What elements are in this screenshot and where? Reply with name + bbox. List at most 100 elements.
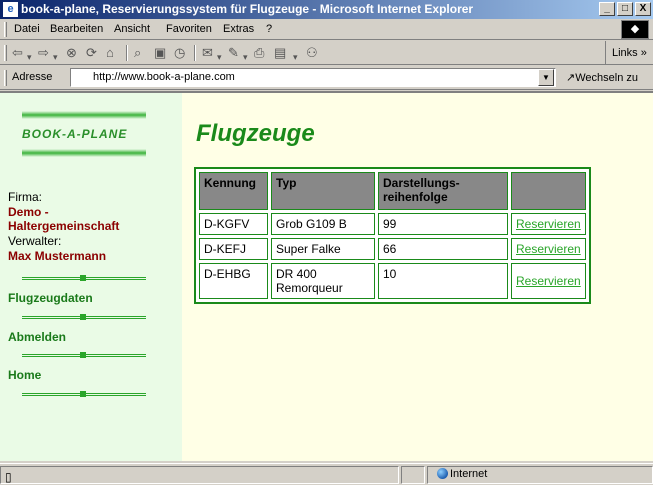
column-header-reihenfolge: Darstellungs-reihenfolge: [378, 172, 508, 210]
messenger-icon[interactable]: ⚇: [306, 45, 318, 61]
sidebar-link-home[interactable]: Home: [8, 368, 41, 382]
stop-icon[interactable]: ⊗: [66, 45, 77, 61]
cell-typ: Grob G109 B: [271, 213, 375, 235]
sidebar-divider: [22, 275, 146, 281]
favorites-icon[interactable]: ▣: [154, 45, 166, 61]
page-title: Flugzeuge: [196, 120, 315, 147]
sidebar-link-flugzeugdaten[interactable]: Flugzeugdaten: [8, 291, 93, 305]
back-icon[interactable]: ⇦: [12, 45, 23, 61]
table-header-row: Kennung Typ Darstellungs-reihenfolge: [199, 172, 586, 210]
menu-bearbeiten[interactable]: Bearbeiten: [50, 23, 103, 35]
sidebar-divider: [22, 314, 146, 320]
firma-value-line1: Demo -: [8, 205, 49, 219]
cell-kennung: D-KGFV: [199, 213, 268, 235]
go-button[interactable]: ↗Wechseln zu: [566, 71, 638, 84]
forward-icon[interactable]: ⇨: [38, 45, 49, 61]
address-input[interactable]: http://www.book-a-plane.com: [70, 68, 556, 87]
cell-reihenfolge: 10: [378, 263, 508, 299]
title-bar: e book-a-plane, Reservierungssystem für …: [0, 0, 653, 19]
cell-action: Reservieren: [511, 238, 586, 260]
toolbar-grip[interactable]: [4, 70, 7, 86]
refresh-icon[interactable]: ⟳: [86, 45, 97, 61]
menu-ansicht[interactable]: Ansicht: [114, 23, 150, 35]
status-text-pane: ▯: [0, 466, 399, 484]
forward-dropdown-icon[interactable]: ▾: [53, 49, 58, 65]
close-button[interactable]: X: [635, 2, 651, 16]
menu-bar: Datei Bearbeiten Ansicht Favoriten Extra…: [0, 19, 653, 40]
main-area: Flugzeuge Kennung Typ Darstellungs-reihe…: [182, 93, 653, 461]
menu-favoriten[interactable]: Favoriten: [166, 23, 212, 35]
edit-dropdown-icon[interactable]: ▾: [243, 49, 248, 65]
cell-kennung: D-EHBG: [199, 263, 268, 299]
column-header-typ: Typ: [271, 172, 375, 210]
edit-icon[interactable]: ✎: [228, 45, 239, 61]
home-icon[interactable]: ⌂: [106, 45, 114, 61]
address-dropdown-icon[interactable]: ▼: [538, 69, 554, 86]
table-row: D-KGFV Grob G109 B 99 Reservieren: [199, 213, 586, 235]
menu-extras[interactable]: Extras: [223, 23, 254, 35]
firma-value-line2: Haltergemeinschaft: [8, 219, 120, 233]
sidebar-link-abmelden[interactable]: Abmelden: [8, 330, 66, 344]
cell-action: Reservieren: [511, 213, 586, 235]
toolbar-grip[interactable]: [4, 22, 7, 37]
go-button-label: Wechseln zu: [575, 72, 638, 84]
reservieren-link[interactable]: Reservieren: [516, 274, 581, 288]
menu-datei[interactable]: Datei: [14, 23, 40, 35]
header-line: Darstellungs-: [383, 176, 460, 190]
page-icon: ▯: [5, 470, 12, 484]
typ-line: Remorqueur: [276, 281, 343, 295]
header-line: reihenfolge: [383, 190, 448, 204]
minimize-button[interactable]: _: [599, 2, 615, 16]
status-bar: ▯ Internet: [0, 463, 653, 485]
column-header-kennung: Kennung: [199, 172, 268, 210]
firma-label: Firma:: [8, 190, 42, 204]
discuss-dropdown-icon[interactable]: ▾: [293, 49, 298, 65]
windows-logo-icon: ◆: [621, 20, 649, 39]
page-content: BOOK-A-PLANE Firma: Demo - Haltergemeins…: [0, 91, 653, 461]
print-icon[interactable]: ⎙: [254, 45, 264, 61]
verwalter-value: Max Mustermann: [8, 249, 107, 263]
address-bar: Adresse http://www.book-a-plane.com ▼ ↗W…: [0, 66, 653, 90]
cell-typ: DR 400 Remorqueur: [271, 263, 375, 299]
window-title: book-a-plane, Reservierungssystem für Fl…: [21, 2, 474, 16]
toolbar-separator: [194, 45, 196, 61]
go-arrow-icon: ↗: [566, 72, 576, 84]
maximize-button[interactable]: □: [617, 2, 633, 16]
history-icon[interactable]: ◷: [174, 45, 185, 61]
reservieren-link[interactable]: Reservieren: [516, 242, 581, 256]
table-row: D-EHBG DR 400 Remorqueur 10 Reservieren: [199, 263, 586, 299]
toolbar-grip[interactable]: [4, 45, 7, 61]
search-icon[interactable]: ⌕: [134, 45, 141, 61]
book-a-plane-logo[interactable]: BOOK-A-PLANE: [22, 111, 146, 157]
logo-bar-bottom: [22, 149, 146, 157]
globe-icon: [437, 468, 448, 479]
address-label: Adresse: [12, 71, 53, 83]
menu-help[interactable]: ?: [266, 23, 272, 35]
standard-toolbar: ⇦ ▾ ⇨ ▾ ⊗ ⟳ ⌂ ⌕ ▣ ◷ ✉ ▾ ✎ ▾ ⎙ ▤ ▾ ⚇ Link…: [0, 41, 653, 65]
sidebar-divider: [22, 352, 146, 358]
toolbar-separator: [126, 45, 128, 61]
back-dropdown-icon[interactable]: ▾: [27, 49, 32, 65]
logo-text: BOOK-A-PLANE: [22, 127, 128, 141]
verwalter-label: Verwalter:: [8, 234, 62, 248]
table-row: D-KEFJ Super Falke 66 Reservieren: [199, 238, 586, 260]
aircraft-table: Kennung Typ Darstellungs-reihenfolge D-K…: [194, 167, 591, 304]
window-controls: _ □ X: [599, 2, 651, 16]
sidebar-divider: [22, 391, 146, 397]
column-header-action: [511, 172, 586, 210]
security-zone-label: Internet: [450, 468, 488, 480]
mail-dropdown-icon[interactable]: ▾: [217, 49, 222, 65]
logo-bar-top: [22, 111, 146, 119]
discuss-icon[interactable]: ▤: [274, 45, 286, 61]
cell-kennung: D-KEFJ: [199, 238, 268, 260]
reservieren-link[interactable]: Reservieren: [516, 217, 581, 231]
ie-app-icon[interactable]: e: [3, 2, 18, 17]
status-pane: [401, 466, 425, 484]
typ-line: DR 400: [276, 267, 317, 281]
mail-icon[interactable]: ✉: [202, 45, 213, 61]
cell-reihenfolge: 99: [378, 213, 508, 235]
cell-typ: Super Falke: [271, 238, 375, 260]
links-toolbar[interactable]: Links »: [605, 41, 647, 65]
cell-action: Reservieren: [511, 263, 586, 299]
cell-reihenfolge: 66: [378, 238, 508, 260]
